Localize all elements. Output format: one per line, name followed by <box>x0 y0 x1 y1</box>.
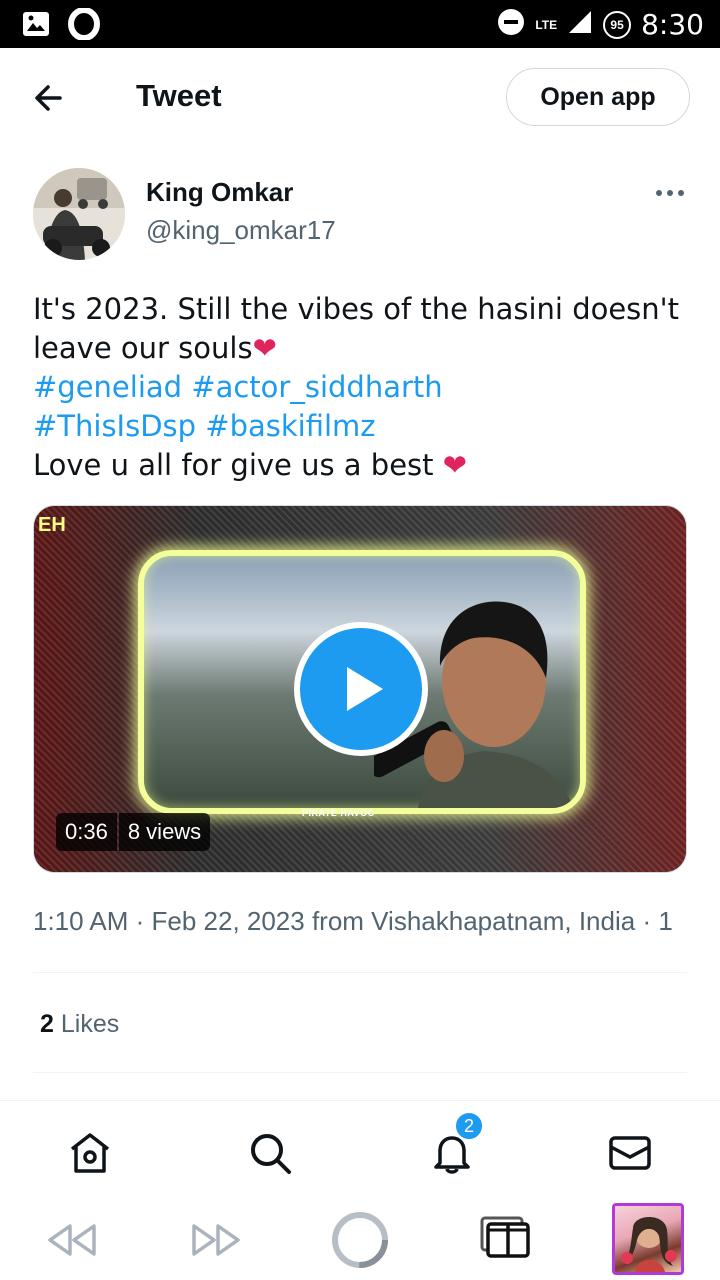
opera-icon <box>68 7 100 45</box>
play-icon <box>347 667 383 711</box>
video-player[interactable]: EH PIRATE HAVOC 0:36 8 views <box>33 505 687 873</box>
notification-badge: 2 <box>454 1111 484 1141</box>
fast-forward-icon <box>192 1224 240 1256</box>
tweet-line-text: leave our souls <box>33 331 253 365</box>
top-bar: Tweet Open app <box>0 48 720 148</box>
browser-home-button[interactable] <box>330 1210 390 1270</box>
tweet-line: It's 2023. Still the vibes of the hasini… <box>33 292 680 326</box>
signal-icon <box>567 9 593 40</box>
profile-thumbnail[interactable] <box>612 1203 684 1275</box>
tabs-icon <box>480 1216 530 1258</box>
gallery-icon <box>22 11 50 42</box>
hashtag-link[interactable]: #baskifilmz <box>205 409 375 443</box>
video-views: 8 views <box>118 813 211 851</box>
opera-o-icon <box>332 1212 388 1268</box>
mail-icon <box>609 1136 651 1170</box>
tweet-timestamp: 1:10 AM · Feb 22, 2023 from Vishakhapatn… <box>33 906 673 936</box>
likes-label: Likes <box>60 1010 120 1038</box>
author-handle[interactable]: @king_omkar17 <box>146 215 336 246</box>
dot-icon <box>678 190 684 196</box>
hashtag-link[interactable]: #actor_siddharth <box>191 370 442 404</box>
hashtag-link[interactable]: #geneliad <box>33 370 182 404</box>
clock: 8:30 <box>641 8 704 41</box>
tweet-line: #ThisIsDsp #baskifilmz <box>33 407 693 446</box>
video-watermark: PIRATE HAVOC <box>302 808 375 818</box>
back-arrow-icon <box>35 85 62 111</box>
heart-emoji: ❤ <box>442 448 468 482</box>
browser-forward-button[interactable] <box>186 1210 246 1270</box>
profile-photo <box>621 1217 677 1272</box>
browser-back-button[interactable] <box>42 1210 102 1270</box>
dot-icon <box>667 190 673 196</box>
likes-number: 2 <box>40 1010 54 1038</box>
search-tab[interactable] <box>246 1129 294 1177</box>
tweet-line-text: Love u all for give us a best <box>33 448 434 482</box>
author-name[interactable]: King Omkar <box>146 177 293 208</box>
video-duration: 0:36 <box>56 813 117 851</box>
likes-count[interactable]: 2 Likes <box>40 1010 119 1039</box>
messages-tab[interactable] <box>606 1129 654 1177</box>
battery-indicator: 95 <box>603 10 632 39</box>
dnd-icon <box>497 8 525 41</box>
home-tab[interactable] <box>66 1129 114 1177</box>
rewind-icon <box>48 1224 96 1256</box>
page-title: Tweet <box>136 78 222 113</box>
tabs-button[interactable] <box>476 1210 536 1270</box>
home-icon <box>70 1133 110 1173</box>
tweet-line: #geneliad #actor_siddharth <box>33 368 693 407</box>
divider <box>33 1072 687 1073</box>
tweet-line: leave our souls❤ <box>33 329 693 368</box>
play-button[interactable] <box>294 622 428 756</box>
channel-logo: EH <box>38 514 66 536</box>
tweet-line: Love u all for give us a best ❤ <box>33 446 693 485</box>
notifications-tab[interactable]: 2 <box>428 1111 484 1177</box>
video-meta: 0:36 8 views <box>56 813 211 851</box>
status-bar: LTE 95 8:30 <box>0 0 720 48</box>
search-icon <box>251 1134 291 1174</box>
dot-icon <box>656 190 662 196</box>
more-options-button[interactable] <box>648 178 692 208</box>
hashtag-link[interactable]: #ThisIsDsp <box>33 409 196 443</box>
network-type: LTE <box>535 17 558 32</box>
bottom-nav: 2 <box>0 1100 720 1200</box>
avatar[interactable] <box>33 168 125 260</box>
back-button[interactable] <box>28 78 72 118</box>
tweet-text: It's 2023. Still the vibes of the hasini… <box>33 290 693 485</box>
open-app-button[interactable]: Open app <box>506 68 690 126</box>
heart-emoji: ❤ <box>252 331 277 365</box>
browser-toolbar <box>0 1200 720 1280</box>
divider <box>33 972 687 973</box>
